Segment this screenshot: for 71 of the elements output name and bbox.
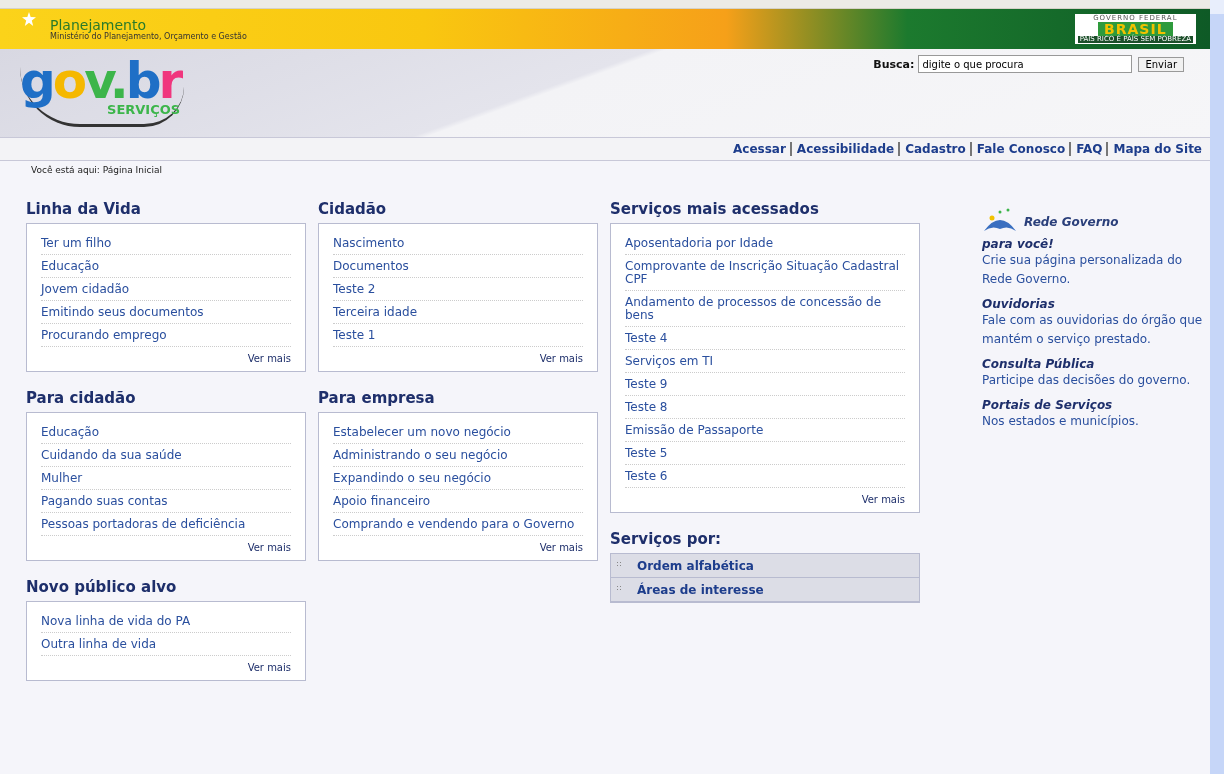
- sidebar-title[interactable]: Portais de Serviços: [982, 398, 1208, 412]
- service-link[interactable]: Teste 1: [333, 324, 583, 347]
- section-heading: Cidadão: [318, 201, 388, 218]
- more-link[interactable]: Ver mais: [539, 542, 583, 553]
- service-link[interactable]: Documentos: [333, 255, 583, 278]
- service-link[interactable]: Emissão de Passaporte: [625, 419, 905, 442]
- service-link[interactable]: Serviços em TI: [625, 350, 905, 373]
- scroll-up-icon[interactable]: [1210, 0, 1224, 14]
- service-link[interactable]: Estabelecer um novo negócio: [333, 421, 583, 444]
- service-link[interactable]: Teste 8: [625, 396, 905, 419]
- service-link[interactable]: Comprando e vendendo para o Governo: [333, 513, 583, 536]
- menu-item[interactable]: Áreas de interesse: [611, 578, 919, 602]
- top-link[interactable]: Mapa do Site: [1106, 142, 1202, 156]
- section-heading: Para cidadão: [26, 390, 137, 407]
- breadcrumb: Você está aqui: Página Inicial: [31, 165, 162, 175]
- service-link[interactable]: Nascimento: [333, 232, 583, 255]
- top-link[interactable]: Cadastro: [898, 142, 966, 156]
- ministry-subtitle: Ministério do Planejamento, Orçamento e Gestão: [50, 32, 247, 41]
- service-link[interactable]: Cuidando da sua saúde: [41, 444, 291, 467]
- service-link[interactable]: Teste 9: [625, 373, 905, 396]
- section-heading: Para empresa: [318, 390, 436, 407]
- service-link[interactable]: Terceira idade: [333, 301, 583, 324]
- service-link[interactable]: Emitindo seus documentos: [41, 301, 291, 324]
- service-link[interactable]: Expandindo o seu negócio: [333, 467, 583, 490]
- sidebar-heading[interactable]: Rede Governo: [1024, 215, 1119, 229]
- service-link[interactable]: Teste 2: [333, 278, 583, 301]
- service-link[interactable]: Pagando suas contas: [41, 490, 291, 513]
- star-icon: [22, 12, 36, 26]
- ministry-title: Planejamento: [50, 17, 147, 32]
- service-link[interactable]: Apoio financeiro: [333, 490, 583, 513]
- service-link[interactable]: Mulher: [41, 467, 291, 490]
- service-link[interactable]: Educação: [41, 421, 291, 444]
- section-heading: Novo público alvo: [26, 579, 178, 596]
- sidebar-text: Crie sua página personalizada do Rede Governo.: [982, 252, 1184, 288]
- sidebar-title[interactable]: Consulta Pública: [982, 357, 1208, 371]
- section-heading: Serviços por:: [610, 531, 723, 548]
- section-heading: Serviços mais acessados: [610, 201, 820, 218]
- search-label: Busca:: [873, 57, 915, 71]
- more-link[interactable]: Ver mais: [539, 353, 583, 364]
- service-link[interactable]: Andamento de processos de concessão de bens: [625, 291, 905, 327]
- menu-item[interactable]: Ordem alfabética: [611, 554, 919, 578]
- top-link[interactable]: Fale Conosco: [969, 142, 1066, 156]
- service-link[interactable]: Teste 5: [625, 442, 905, 465]
- service-link[interactable]: Procurando emprego: [41, 324, 291, 347]
- section-heading: Linha da Vida: [26, 201, 142, 218]
- service-link[interactable]: Nova linha de vida do PA: [41, 610, 291, 633]
- top-link[interactable]: Acessibilidade: [789, 142, 895, 156]
- service-link[interactable]: Administrando o seu negócio: [333, 444, 583, 467]
- send-button[interactable]: Enviar: [1138, 56, 1184, 72]
- service-link[interactable]: Pessoas portadoras de deficiência: [41, 513, 291, 536]
- service-link[interactable]: Jovem cidadão: [41, 278, 291, 301]
- service-link[interactable]: Teste 6: [625, 465, 905, 488]
- service-link[interactable]: Teste 4: [625, 327, 905, 350]
- more-link[interactable]: Ver mais: [861, 494, 905, 505]
- sidebar-title[interactable]: Ouvidorias: [982, 297, 1208, 311]
- top-link[interactable]: FAQ: [1069, 142, 1103, 156]
- top-link[interactable]: Acessar: [733, 142, 786, 156]
- service-link[interactable]: Comprovante de Inscrição Situação Cadastral CPF: [625, 255, 905, 291]
- scrollbar[interactable]: [1210, 0, 1224, 774]
- sidebar-title[interactable]: para você!: [982, 237, 1208, 251]
- service-link[interactable]: Aposentadoria por Idade: [625, 232, 905, 255]
- sidebar-text: Participe das decisões do governo.: [982, 372, 1192, 389]
- more-link[interactable]: Ver mais: [247, 662, 291, 673]
- more-link[interactable]: Ver mais: [247, 353, 291, 364]
- service-link[interactable]: Outra linha de vida: [41, 633, 291, 656]
- sidebar-text: Nos estados e municípios.: [982, 413, 1140, 430]
- more-link[interactable]: Ver mais: [247, 542, 291, 553]
- search-field[interactable]: digite o que procura: [918, 55, 1133, 73]
- sidebar-text: Fale com as ouvidorias do órgão que mantém o serviço prestado.: [982, 312, 1204, 348]
- service-link[interactable]: Educação: [41, 255, 291, 278]
- service-link[interactable]: Ter um filho: [41, 232, 291, 255]
